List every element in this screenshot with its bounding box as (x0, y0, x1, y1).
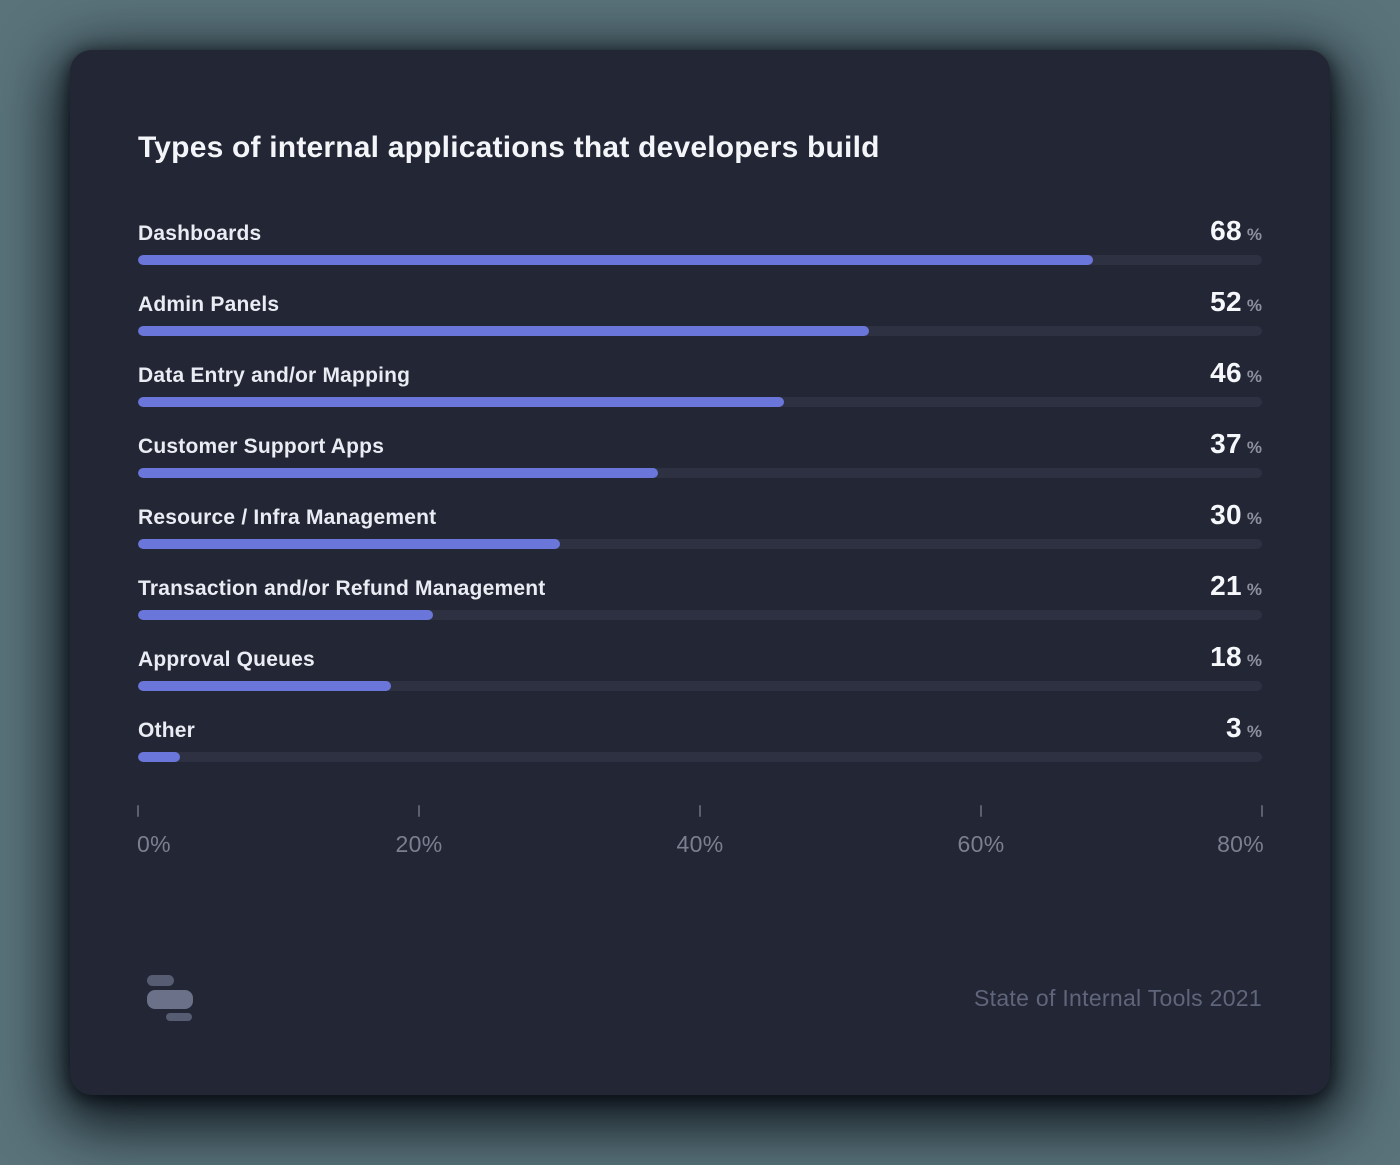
logo-bar-top (147, 975, 174, 986)
value-number: 52 (1210, 286, 1242, 317)
bar-row: Approval Queues 18% (138, 641, 1262, 691)
category-label: Approval Queues (138, 648, 315, 672)
value-unit: % (1247, 651, 1262, 670)
bar-row-header: Dashboards 68% (138, 215, 1262, 245)
axis-tick-mark (137, 805, 139, 817)
value-label: 21% (1210, 570, 1262, 602)
bar-row-header: Other 3% (138, 712, 1262, 742)
bar-row-header: Customer Support Apps 37% (138, 428, 1262, 458)
bar-track (138, 681, 1262, 691)
axis-tick-label: 40% (677, 831, 724, 858)
bar-row: Data Entry and/or Mapping 46% (138, 357, 1262, 407)
axis-tick-mark (699, 805, 701, 817)
value-unit: % (1247, 367, 1262, 386)
bar-row: Other 3% (138, 712, 1262, 762)
value-label: 18% (1210, 641, 1262, 673)
bar-fill (138, 255, 1093, 265)
axis-tick-label: 20% (396, 831, 443, 858)
value-number: 46 (1210, 357, 1242, 388)
category-label: Admin Panels (138, 293, 279, 317)
value-label: 52% (1210, 286, 1262, 318)
bar-fill (138, 752, 180, 762)
bar-row-header: Approval Queues 18% (138, 641, 1262, 671)
value-label: 37% (1210, 428, 1262, 460)
logo-bar-bottom (166, 1013, 192, 1021)
value-label: 46% (1210, 357, 1262, 389)
logo-bar-middle (147, 990, 193, 1009)
bar-row: Dashboards 68% (138, 215, 1262, 265)
chart-card: Types of internal applications that deve… (70, 50, 1330, 1095)
value-number: 68 (1210, 215, 1242, 246)
bar-fill (138, 326, 869, 336)
category-label: Other (138, 719, 195, 743)
bar-row-header: Admin Panels 52% (138, 286, 1262, 316)
bar-track (138, 255, 1262, 265)
bar-fill (138, 610, 433, 620)
value-number: 30 (1210, 499, 1242, 530)
bar-track (138, 468, 1262, 478)
value-number: 21 (1210, 570, 1242, 601)
bar-chart: Dashboards 68% Admin Panels 52% (138, 215, 1262, 762)
value-label: 68% (1210, 215, 1262, 247)
axis-tick-mark (980, 805, 982, 817)
bar-row: Admin Panels 52% (138, 286, 1262, 336)
bar-row-header: Data Entry and/or Mapping 46% (138, 357, 1262, 387)
value-unit: % (1247, 580, 1262, 599)
axis-tick-mark (418, 805, 420, 817)
value-number: 37 (1210, 428, 1242, 459)
bar-row-header: Resource / Infra Management 30% (138, 499, 1262, 529)
bar-fill (138, 681, 391, 691)
category-label: Transaction and/or Refund Management (138, 577, 545, 601)
axis-tick-label: 0% (137, 831, 171, 858)
bar-fill (138, 397, 784, 407)
bar-track (138, 610, 1262, 620)
value-label: 30% (1210, 499, 1262, 531)
bar-row: Customer Support Apps 37% (138, 428, 1262, 478)
card-footer: State of Internal Tools 2021 (138, 975, 1262, 1021)
source-label: State of Internal Tools 2021 (974, 985, 1262, 1012)
bar-row-header: Transaction and/or Refund Management 21% (138, 570, 1262, 600)
axis-tick-mark (1261, 805, 1263, 817)
bar-row: Resource / Infra Management 30% (138, 499, 1262, 549)
value-unit: % (1247, 722, 1262, 741)
retool-logo-icon (147, 975, 201, 1021)
bar-fill (138, 539, 560, 549)
bar-track (138, 326, 1262, 336)
value-unit: % (1247, 296, 1262, 315)
bar-track (138, 397, 1262, 407)
value-unit: % (1247, 438, 1262, 457)
axis-tick-label: 60% (958, 831, 1005, 858)
value-number: 3 (1226, 712, 1242, 743)
category-label: Customer Support Apps (138, 435, 384, 459)
bar-fill (138, 468, 658, 478)
category-label: Resource / Infra Management (138, 506, 436, 530)
chart-title: Types of internal applications that deve… (138, 118, 1262, 168)
value-number: 18 (1210, 641, 1242, 672)
bar-track (138, 752, 1262, 762)
value-unit: % (1247, 509, 1262, 528)
category-label: Data Entry and/or Mapping (138, 364, 410, 388)
axis-tick-label: 80% (1217, 831, 1264, 858)
x-axis: 0% 20% 40% 60% 80% (138, 805, 1262, 865)
value-unit: % (1247, 225, 1262, 244)
bar-track (138, 539, 1262, 549)
value-label: 3% (1226, 712, 1262, 744)
category-label: Dashboards (138, 222, 261, 246)
bar-row: Transaction and/or Refund Management 21% (138, 570, 1262, 620)
